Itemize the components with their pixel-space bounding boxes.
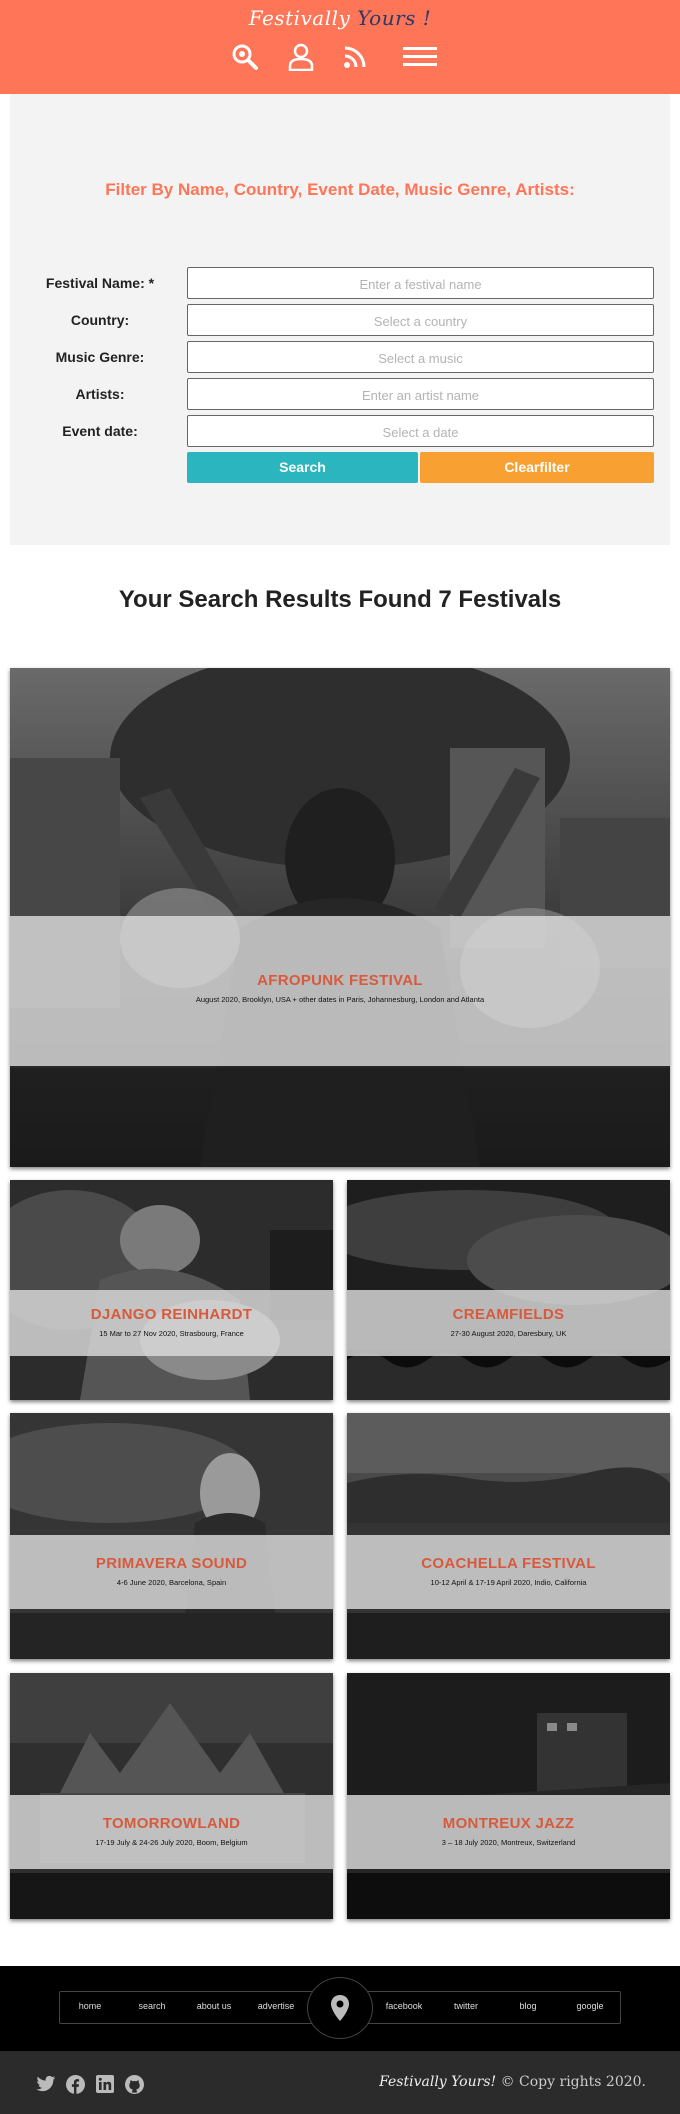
filter-row-artists: Artists: Enter an artist name	[10, 378, 670, 411]
user-icon[interactable]	[284, 40, 318, 74]
footer-link-home[interactable]: home	[60, 2001, 120, 2011]
menu-icon[interactable]	[402, 40, 438, 74]
festival-card[interactable]: DJANGO REINHARDT 15 Mar to 27 Nov 2020, …	[10, 1180, 333, 1400]
card-title: PRIMAVERA SOUND	[95, 1555, 248, 1572]
card-date: August 2020, Brooklyn, USA + other dates…	[195, 995, 485, 1004]
card-title: AFROPUNK FESTIVAL	[257, 972, 423, 989]
festival-card[interactable]: CREAMFIELDS 27-30 August 2020, Daresbury…	[347, 1180, 670, 1400]
footer-brand: Festivally Yours!	[379, 2074, 497, 2090]
filter-row-date: Event date: Select a date	[10, 415, 670, 448]
card-date: 3 – 18 July 2020, Montreux, Switzerland	[441, 1838, 576, 1847]
card-caption: COACHELLA FESTIVAL 10-12 April & 17-19 A…	[347, 1535, 670, 1609]
festival-name-label: Festival Name: *	[45, 275, 155, 291]
filter-row-country: Country: Select a country	[10, 304, 670, 337]
logo-text-second: Yours !	[357, 6, 432, 30]
footer-link-blog[interactable]: blog	[498, 2001, 558, 2011]
twitter-icon[interactable]	[36, 2075, 56, 2095]
filter-title: Filter By Name, Country, Event Date, Mus…	[105, 180, 575, 199]
card-date: 10-12 April & 17-19 April 2020, Indio, C…	[430, 1578, 587, 1587]
card-title: MONTREUX JAZZ	[442, 1815, 575, 1832]
artists-input[interactable]: Enter an artist name	[187, 378, 654, 410]
results-heading: Your Search Results Found 7 Festivals	[118, 586, 562, 613]
map-pin-icon	[331, 1995, 349, 2021]
card-caption: MONTREUX JAZZ 3 – 18 July 2020, Montreux…	[347, 1795, 670, 1869]
country-select[interactable]: Select a country	[187, 304, 654, 336]
footer-link-advertise[interactable]: advertise	[246, 2001, 306, 2011]
festival-name-input[interactable]: Enter a festival name	[187, 267, 654, 299]
festival-card[interactable]: MONTREUX JAZZ 3 – 18 July 2020, Montreux…	[347, 1673, 670, 1919]
filter-panel: Filter By Name, Country, Event Date, Mus…	[10, 94, 670, 545]
card-title: TOMORROWLAND	[102, 1815, 241, 1832]
footer-link-search[interactable]: search	[122, 2001, 182, 2011]
festival-card[interactable]: TOMORROWLAND 17-19 July & 24-26 July 202…	[10, 1673, 333, 1919]
card-caption: PRIMAVERA SOUND 4-6 June 2020, Barcelona…	[10, 1535, 333, 1609]
country-label: Country:	[70, 312, 130, 328]
copyright-text: © Copy rights 2020.	[500, 2074, 646, 2090]
footer-link-facebook[interactable]: facebook	[374, 2001, 434, 2011]
footer-link-google[interactable]: google	[560, 2001, 620, 2011]
card-title: DJANGO REINHARDT	[90, 1306, 253, 1323]
clear-filter-button[interactable]: Clearfilter	[420, 452, 654, 483]
copyright: Festivally Yours! © Copy rights 2020.	[379, 2074, 646, 2090]
site-header: Festivally Yours !	[0, 0, 680, 94]
card-title: COACHELLA FESTIVAL	[421, 1555, 596, 1572]
card-caption: CREAMFIELDS 27-30 August 2020, Daresbury…	[347, 1290, 670, 1356]
footer-link-twitter[interactable]: twitter	[436, 2001, 496, 2011]
search-icon[interactable]	[228, 40, 262, 74]
site-logo[interactable]: Festivally Yours !	[0, 6, 680, 30]
logo-text-first: Festivally	[248, 6, 351, 30]
facebook-icon[interactable]	[66, 2075, 86, 2095]
event-date-input[interactable]: Select a date	[187, 415, 654, 447]
header-nav	[0, 40, 680, 76]
card-date: 17-19 July & 24-26 July 2020, Boom, Belg…	[95, 1838, 248, 1847]
card-date: 4-6 June 2020, Barcelona, Spain	[116, 1578, 227, 1587]
search-button[interactable]: Search	[187, 452, 418, 483]
footer-nav-bar: home search about us advertise facebook …	[0, 1966, 680, 2051]
music-genre-label: Music Genre:	[55, 349, 145, 365]
festival-card[interactable]: COACHELLA FESTIVAL 10-12 April & 17-19 A…	[347, 1413, 670, 1659]
card-title: CREAMFIELDS	[452, 1306, 565, 1323]
card-caption: DJANGO REINHARDT 15 Mar to 27 Nov 2020, …	[10, 1290, 333, 1356]
music-genre-select[interactable]: Select a music	[187, 341, 654, 373]
artists-label: Artists:	[75, 386, 125, 402]
festival-card[interactable]: AFROPUNK FESTIVAL August 2020, Brooklyn,…	[10, 668, 670, 1167]
card-caption: TOMORROWLAND 17-19 July & 24-26 July 202…	[10, 1795, 333, 1869]
linkedin-icon[interactable]	[96, 2075, 116, 2095]
card-date: 15 Mar to 27 Nov 2020, Strasbourg, Franc…	[99, 1329, 244, 1338]
festival-card[interactable]: PRIMAVERA SOUND 4-6 June 2020, Barcelona…	[10, 1413, 333, 1659]
card-caption: AFROPUNK FESTIVAL August 2020, Brooklyn,…	[10, 916, 670, 1066]
rss-icon[interactable]	[338, 40, 372, 74]
github-icon[interactable]	[125, 2075, 145, 2095]
map-pin-button[interactable]	[307, 1977, 373, 2039]
footer-link-about[interactable]: about us	[184, 2001, 244, 2011]
event-date-label: Event date:	[62, 423, 138, 439]
filter-row-name: Festival Name: * Enter a festival name	[10, 267, 670, 300]
footer-bottom: Festivally Yours! © Copy rights 2020.	[0, 2051, 680, 2114]
filter-row-genre: Music Genre: Select a music	[10, 341, 670, 374]
card-date: 27-30 August 2020, Daresbury, UK	[450, 1329, 567, 1338]
